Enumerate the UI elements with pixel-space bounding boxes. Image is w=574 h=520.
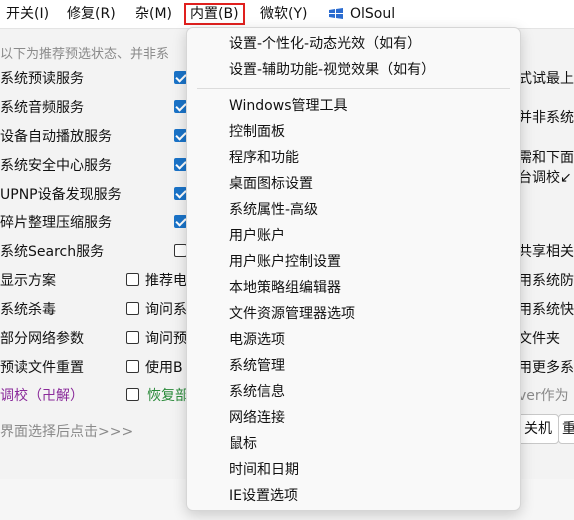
row-label: 系统预读服务 xyxy=(0,71,84,87)
brand-label: OlSoul xyxy=(350,6,396,22)
right-text: 台调校↙ xyxy=(518,170,572,186)
footer-hint: 界面选择后点击>>> xyxy=(0,424,134,440)
menu-item-mouse[interactable]: 鼠标 xyxy=(229,432,257,456)
right-text: ver作为 xyxy=(518,388,569,404)
menu-switch[interactable]: 开关(I) xyxy=(2,3,53,25)
menu-item-system-management[interactable]: 系统管理 xyxy=(229,354,285,378)
right-text: 用系统防火 xyxy=(518,273,574,289)
row-label: UPNP设备发现服务 xyxy=(0,187,122,203)
checkbox[interactable] xyxy=(126,360,139,373)
menu-item-desktop-icons[interactable]: 桌面图标设置 xyxy=(229,172,313,196)
menu-builtin[interactable]: 内置(B) xyxy=(184,3,245,25)
menu-separator xyxy=(197,88,510,89)
menu-item-user-accounts[interactable]: 用户账户 xyxy=(229,224,285,248)
checkbox[interactable] xyxy=(126,331,139,344)
menu-item-network-connections[interactable]: 网络连接 xyxy=(229,406,285,430)
menu-item-ie-settings[interactable]: IE设置选项 xyxy=(229,484,298,508)
menu-item-control-panel[interactable]: 控制面板 xyxy=(229,120,285,144)
menu-item-date-time[interactable]: 时间和日期 xyxy=(229,458,299,482)
menu-item-uac-settings[interactable]: 用户账户控制设置 xyxy=(229,250,341,274)
row-label: 系统Search服务 xyxy=(0,244,105,260)
row-label: 系统音频服务 xyxy=(0,100,84,116)
right-text: 文件夹 xyxy=(518,331,560,347)
right-text: 共享相关 xyxy=(518,244,574,260)
row-label: 设备自动播放服务 xyxy=(0,129,112,145)
right-text: 用系统快速 xyxy=(518,302,574,318)
windows-logo-icon xyxy=(329,8,343,19)
checkbox[interactable] xyxy=(126,302,139,315)
option-label: 使用B xyxy=(145,360,183,376)
menu-item-programs-features[interactable]: 程序和功能 xyxy=(229,146,299,170)
hint-text: 以下为推荐预选状态、并非系 xyxy=(0,47,170,62)
row-label: 系统安全中心服务 xyxy=(0,158,112,174)
row-label: 预读文件重置 xyxy=(0,360,84,376)
row-label: 部分网络参数 xyxy=(0,331,84,347)
row-label: 碎片整理压缩服务 xyxy=(0,215,112,231)
menu-item-power-options[interactable]: 电源选项 xyxy=(229,328,285,352)
option-label: 推荐电 xyxy=(145,273,187,289)
builtin-dropdown-menu: 设置-个性化-动态光效（如有） 设置-辅助功能-视觉效果（如有） Windows… xyxy=(186,27,521,511)
right-text: 并非系统 xyxy=(518,110,574,126)
menu-item-group-policy[interactable]: 本地策略组编辑器 xyxy=(229,276,341,300)
menubar: 开关(I) 修复(R) 杂(M) 内置(B) 微软(Y) OlSoul xyxy=(0,0,574,29)
menu-item-system-properties[interactable]: 系统属性-高级 xyxy=(229,198,318,222)
menu-item-explorer-options[interactable]: 文件资源管理器选项 xyxy=(229,302,355,326)
checkbox[interactable] xyxy=(126,388,139,401)
shutdown-button[interactable]: 关机 xyxy=(517,414,559,444)
option-label: 询问系 xyxy=(145,302,187,318)
menu-item-windows-tools[interactable]: Windows管理工具 xyxy=(229,94,348,118)
option-label: 恢复部 xyxy=(147,388,189,404)
more-button[interactable]: 重 xyxy=(558,414,574,444)
menu-repair[interactable]: 修复(R) xyxy=(63,3,120,25)
right-text: 用更多系统 xyxy=(518,360,574,376)
menu-microsoft[interactable]: 微软(Y) xyxy=(256,3,311,25)
menu-item-dynamic-lighting[interactable]: 设置-个性化-动态光效（如有） xyxy=(229,32,421,56)
row-label: 显示方案 xyxy=(0,273,56,289)
right-text: 式试最上 xyxy=(518,71,574,87)
right-text: 需和下面 xyxy=(518,150,574,166)
menu-item-system-info[interactable]: 系统信息 xyxy=(229,380,285,404)
menu-item-visual-effects[interactable]: 设置-辅助功能-视觉效果（如有） xyxy=(229,58,435,82)
row-label: 系统杀毒 xyxy=(0,302,56,318)
tuning-link[interactable]: 调校（卍解） xyxy=(0,385,84,405)
checkbox[interactable] xyxy=(126,273,139,286)
option-label: 询问预 xyxy=(145,331,187,347)
menu-misc[interactable]: 杂(M) xyxy=(131,3,176,25)
